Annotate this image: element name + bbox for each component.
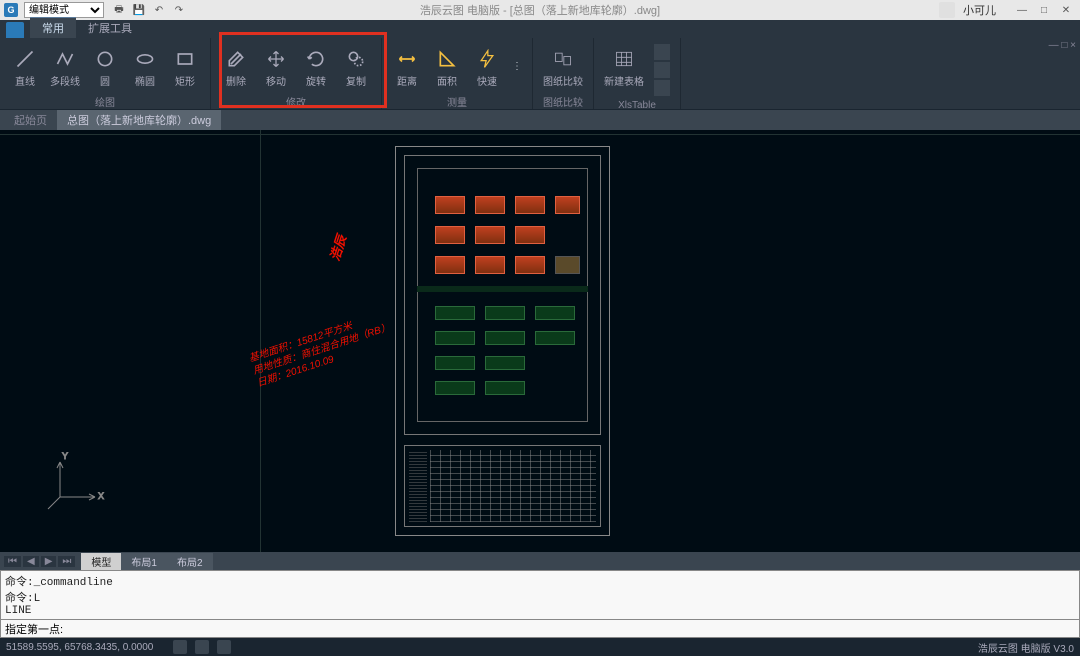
vtab-first-icon[interactable]: ⏮ <box>4 556 21 567</box>
area-icon <box>435 47 459 71</box>
redo-icon[interactable]: ↷ <box>172 3 186 17</box>
circle-button[interactable]: 圆 <box>86 40 124 94</box>
table-opt1-icon[interactable] <box>654 44 670 60</box>
svg-text:Y: Y <box>62 451 68 461</box>
menu-tab-ext[interactable]: 扩展工具 <box>76 18 144 38</box>
avatar[interactable] <box>939 2 955 18</box>
menu-tabs: 常用 扩展工具 <box>0 20 1080 38</box>
rect-icon <box>173 47 197 71</box>
sb-grid-icon[interactable] <box>195 640 209 654</box>
sb-snap-icon[interactable] <box>173 640 187 654</box>
move-button[interactable]: 移动 <box>257 40 295 94</box>
view-tab-model[interactable]: 模型 <box>81 553 121 570</box>
polyline-button[interactable]: 多段线 <box>46 40 84 94</box>
table-opt2-icon[interactable] <box>654 62 670 78</box>
start-tab[interactable]: 起始页 <box>4 110 57 130</box>
drawing-table <box>404 445 601 527</box>
ribbon: — □ × 直线 多段线 圆 椭圆 矩形 绘图 删除 移动 旋转 复制 修改 距… <box>0 38 1080 110</box>
area-button[interactable]: 面积 <box>428 40 466 94</box>
command-history: 命令:_commandline 命令:L LINE <box>0 570 1080 620</box>
annotation-title: 浩辰 <box>327 233 351 263</box>
view-tab-layout2[interactable]: 布局2 <box>167 553 213 570</box>
doc-tab-1[interactable]: 总图（落上新地库轮廓）.dwg <box>57 110 221 130</box>
window-title: 浩辰云图 电脑版 - [总图（落上新地库轮廓）.dwg] <box>420 2 660 18</box>
undo-icon[interactable]: ↶ <box>152 3 166 17</box>
rect-button[interactable]: 矩形 <box>166 40 204 94</box>
erase-icon <box>224 47 248 71</box>
compare-icon <box>551 47 575 71</box>
vtab-last-icon[interactable]: ⏭ <box>58 556 75 567</box>
line-icon <box>13 47 37 71</box>
dist-button[interactable]: 距离 <box>388 40 426 94</box>
statusbar: 51589.5595, 65768.3435, 0.0000 浩辰云图 电脑版 … <box>0 638 1080 656</box>
vtab-next-icon[interactable]: ▶ <box>41 556 57 567</box>
group-label-compare: 图纸比较 <box>543 94 583 109</box>
svg-text:X: X <box>98 491 104 501</box>
ucs-icon: YX <box>40 447 110 522</box>
more-icon: ⋮ <box>505 54 529 78</box>
command-input-row: 指定第一点: <box>0 620 1080 638</box>
ellipse-icon <box>133 47 157 71</box>
ribbon-collapse-icon[interactable]: — □ × <box>1049 40 1076 51</box>
print-icon[interactable]: 🖶 <box>112 3 126 17</box>
measure-more[interactable]: ⋮ <box>508 40 526 94</box>
line-button[interactable]: 直线 <box>6 40 44 94</box>
ribbon-group-measure: 距离 面积 快速 ⋮ 测量 <box>382 38 533 109</box>
rotate-icon <box>304 47 328 71</box>
coords-readout: 51589.5595, 65768.3435, 0.0000 <box>6 642 153 653</box>
crosshair-h <box>0 134 1080 135</box>
view-tabs: ⏮ ◀ ▶ ⏭ 模型 布局1 布局2 <box>0 552 1080 570</box>
site-plan <box>404 155 601 435</box>
maximize-button[interactable]: □ <box>1034 5 1054 16</box>
annotation-info: 基地面积：15812平方米 用地性质：商住混合用地（RB） 日期：2016.10… <box>247 309 396 391</box>
command-input[interactable] <box>67 623 1079 635</box>
group-label-xlstable: XlsTable <box>618 100 656 111</box>
username: 小可儿 <box>963 2 996 18</box>
polyline-icon <box>53 47 77 71</box>
group-label-measure: 测量 <box>447 94 467 109</box>
ribbon-group-draw: 直线 多段线 圆 椭圆 矩形 绘图 <box>0 38 211 109</box>
ribbon-group-compare: 图纸比较 图纸比较 <box>533 38 594 109</box>
ellipse-button[interactable]: 椭圆 <box>126 40 164 94</box>
menu-tab-common[interactable]: 常用 <box>30 17 76 38</box>
view-tab-layout1[interactable]: 布局1 <box>121 553 167 570</box>
version-label: 浩辰云图 电脑版 V3.0 <box>978 640 1074 655</box>
save-icon[interactable]: 💾 <box>132 3 146 17</box>
newtable-button[interactable]: 新建表格 <box>600 40 648 94</box>
quick-button[interactable]: 快速 <box>468 40 506 94</box>
ribbon-group-modify: 删除 移动 旋转 复制 修改 <box>211 38 382 109</box>
sb-ortho-icon[interactable] <box>217 640 231 654</box>
close-button[interactable]: ✕ <box>1056 5 1076 16</box>
dist-icon <box>395 47 419 71</box>
table-opt3-icon[interactable] <box>654 80 670 96</box>
move-icon <box>264 47 288 71</box>
quick-icon <box>475 47 499 71</box>
copy-icon <box>344 47 368 71</box>
rotate-button[interactable]: 旋转 <box>297 40 335 94</box>
minimize-button[interactable]: — <box>1012 5 1032 16</box>
circle-icon <box>93 47 117 71</box>
erase-button[interactable]: 删除 <box>217 40 255 94</box>
vtab-prev-icon[interactable]: ◀ <box>23 556 39 567</box>
table-icon <box>612 47 636 71</box>
group-label-draw: 绘图 <box>95 94 115 109</box>
copy-button[interactable]: 复制 <box>337 40 375 94</box>
group-label-modify: 修改 <box>286 94 306 109</box>
mode-select[interactable]: 编辑模式 <box>24 2 104 18</box>
titlebar: G 编辑模式 🖶 💾 ↶ ↷ 浩辰云图 电脑版 - [总图（落上新地库轮廓）.d… <box>0 0 1080 20</box>
command-prompt: 指定第一点: <box>1 621 67 637</box>
app-logo: G <box>4 3 18 17</box>
crosshair-v <box>260 130 261 552</box>
document-tabs: 起始页 总图（落上新地库轮廓）.dwg <box>0 110 1080 130</box>
ribbon-group-xlstable: 新建表格 XlsTable <box>594 38 681 109</box>
compare-button[interactable]: 图纸比较 <box>539 40 587 94</box>
drawing-border <box>395 146 610 536</box>
drawing-canvas[interactable]: 浩辰 基地面积：15812平方米 用地性质：商住混合用地（RB） 日期：2016… <box>0 130 1080 552</box>
